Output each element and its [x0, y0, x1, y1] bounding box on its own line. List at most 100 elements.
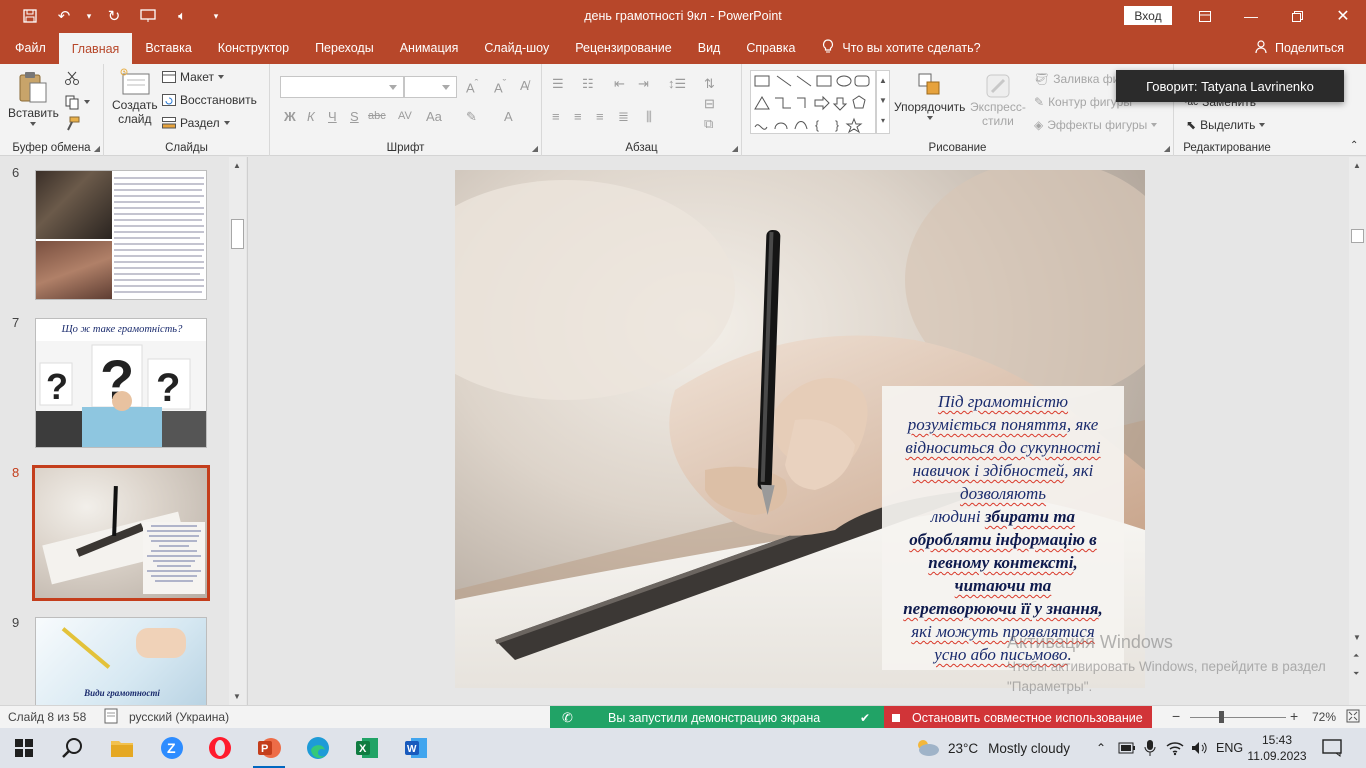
zoom-slider[interactable] [1190, 717, 1286, 718]
highlight-icon[interactable]: ✎ [466, 109, 477, 125]
decrease-indent-icon[interactable]: ⇤ [614, 76, 625, 92]
edge-icon[interactable] [294, 728, 342, 768]
format-painter-icon[interactable] [64, 116, 80, 132]
editor-scrollbar[interactable]: ▲ ▼ ⏶ ⏷ [1349, 157, 1366, 705]
speaker-icon[interactable]: 🔈︎ [166, 0, 198, 32]
clear-format-icon[interactable]: A̸ [520, 78, 529, 93]
layout-button[interactable]: Макет [162, 70, 224, 84]
tab-review[interactable]: Рецензирование [562, 32, 685, 64]
underline-button[interactable]: Ч [328, 109, 337, 124]
excel-icon[interactable]: X [343, 728, 391, 768]
line-spacing-icon[interactable]: ↕☰ [668, 76, 686, 92]
tab-transitions[interactable]: Переходы [302, 32, 387, 64]
dialog-launcher-icon[interactable]: ◢ [94, 144, 100, 153]
previous-slide-icon[interactable]: ⏶ [1353, 651, 1359, 661]
dropdown-icon[interactable]: ▾ [82, 0, 96, 32]
font-size-combo[interactable] [404, 76, 457, 98]
slide-thumbnail-7[interactable]: Що ж таке грамотність? ? ? ? [35, 318, 207, 448]
new-slide-button[interactable]: Создать слайд [112, 68, 158, 126]
columns-icon[interactable]: ⫼ [646, 109, 652, 125]
slide-thumbnail-8[interactable] [32, 465, 210, 601]
ribbon-display-icon[interactable] [1182, 0, 1228, 32]
shape-fill-button[interactable]: 🪣︎ Заливка фи [1034, 72, 1119, 86]
scrollbar-thumb[interactable] [231, 219, 244, 249]
scroll-down-icon[interactable]: ▼ [233, 692, 241, 701]
increase-indent-icon[interactable]: ⇥ [638, 76, 649, 92]
smartart-icon[interactable]: ⧉ [704, 116, 713, 132]
zoom-in-icon[interactable]: + [1290, 708, 1298, 724]
tab-slideshow[interactable]: Слайд-шоу [471, 32, 562, 64]
undo-icon[interactable]: ↶ [48, 0, 80, 32]
cut-icon[interactable] [64, 70, 80, 86]
italic-button[interactable]: К [307, 109, 315, 124]
slide-thumbnail-6[interactable] [35, 170, 207, 300]
tab-home[interactable]: Главная [58, 33, 133, 64]
current-slide[interactable]: Під грамотністю розуміється поняття, яке… [455, 170, 1145, 688]
signin-button[interactable]: Вход [1124, 6, 1172, 25]
thumbnail-scrollbar[interactable]: ▲ ▼ [229, 157, 246, 705]
stop-sharing-button[interactable]: Остановить совместное использование [884, 706, 1152, 729]
numbering-icon[interactable]: ☷ [582, 76, 594, 92]
bold-button[interactable]: Ж [284, 109, 296, 124]
scroll-up-icon[interactable]: ▲ [1353, 161, 1361, 170]
volume-icon[interactable] [1190, 728, 1208, 768]
shrink-font-icon[interactable]: Aˇ [494, 78, 506, 95]
dialog-launcher-icon[interactable]: ◢ [532, 144, 538, 153]
align-right-icon[interactable]: ≡ [596, 109, 604, 124]
next-slide-icon[interactable]: ⏷ [1353, 669, 1359, 679]
strikethrough-button[interactable]: abc [368, 110, 386, 122]
shadow-button[interactable]: S [350, 109, 359, 124]
zoom-app-icon[interactable]: Z [148, 728, 196, 768]
zoom-slider-thumb[interactable] [1219, 711, 1224, 723]
fit-slide-icon[interactable] [1346, 709, 1360, 726]
redo-icon[interactable]: ↻ [98, 0, 130, 32]
language-indicator[interactable]: русский (Украина) [129, 710, 229, 724]
font-color-button[interactable]: A [504, 109, 513, 124]
microphone-icon[interactable] [1144, 728, 1156, 768]
section-button[interactable]: Раздел [162, 116, 230, 130]
battery-icon[interactable] [1118, 728, 1136, 768]
wifi-icon[interactable] [1166, 728, 1184, 768]
gallery-scroll[interactable]: ▲ ▼ ▾ [876, 70, 890, 134]
tab-help[interactable]: Справка [733, 32, 808, 64]
quick-styles-button[interactable]: Экспресс- стили [970, 72, 1026, 128]
opera-icon[interactable] [196, 728, 244, 768]
scroll-down-icon[interactable]: ▼ [1353, 633, 1361, 642]
customize-qat-icon[interactable]: ▾ [200, 0, 232, 32]
windows-start-icon[interactable] [0, 728, 48, 768]
shape-effects-button[interactable]: ◈ Эффекты фигуры [1034, 118, 1158, 132]
notification-icon[interactable] [1322, 728, 1342, 768]
slide-text-box[interactable]: Під грамотністю розуміється поняття, яке… [882, 386, 1124, 670]
shapes-gallery[interactable]: { } [750, 70, 876, 134]
close-icon[interactable]: ✕ [1320, 0, 1366, 32]
zoom-level[interactable]: 72% [1312, 710, 1336, 724]
file-explorer-icon[interactable] [98, 728, 146, 768]
scrollbar-thumb[interactable] [1351, 229, 1364, 243]
dialog-launcher-icon[interactable]: ◢ [732, 144, 738, 153]
change-case-button[interactable]: Aa [426, 109, 442, 124]
search-icon[interactable] [48, 728, 96, 768]
bullets-icon[interactable]: ☰ [552, 76, 564, 92]
align-left-icon[interactable]: ≡ [552, 109, 560, 124]
copy-icon[interactable] [64, 94, 90, 110]
tab-animations[interactable]: Анимация [387, 32, 472, 64]
show-hidden-icons-icon[interactable]: ⌃ [1096, 728, 1106, 768]
char-spacing-button[interactable]: AV [398, 110, 412, 122]
slide-thumbnail-9[interactable]: Види грамотності [35, 617, 207, 705]
tell-me-box[interactable]: Что вы хотите сделать? [808, 32, 981, 64]
grow-font-icon[interactable]: Aˆ [466, 78, 478, 95]
paste-button[interactable]: Вставить [8, 70, 59, 126]
reset-button[interactable]: Восстановить [162, 93, 257, 107]
tab-view[interactable]: Вид [685, 32, 734, 64]
word-icon[interactable]: W [392, 728, 440, 768]
tab-file[interactable]: Файл [0, 32, 59, 64]
powerpoint-taskbar-icon[interactable]: P [245, 728, 293, 768]
align-text-icon[interactable]: ⊟ [704, 96, 715, 112]
font-family-combo[interactable] [280, 76, 404, 98]
arrange-button[interactable]: Упорядочить [894, 72, 965, 120]
text-direction-icon[interactable]: ⇅ [704, 76, 715, 92]
present-icon[interactable] [132, 0, 164, 32]
clock[interactable]: 15:43 11.09.2023 [1247, 728, 1306, 768]
dialog-launcher-icon[interactable]: ◢ [1164, 144, 1170, 153]
tab-insert[interactable]: Вставка [132, 32, 204, 64]
